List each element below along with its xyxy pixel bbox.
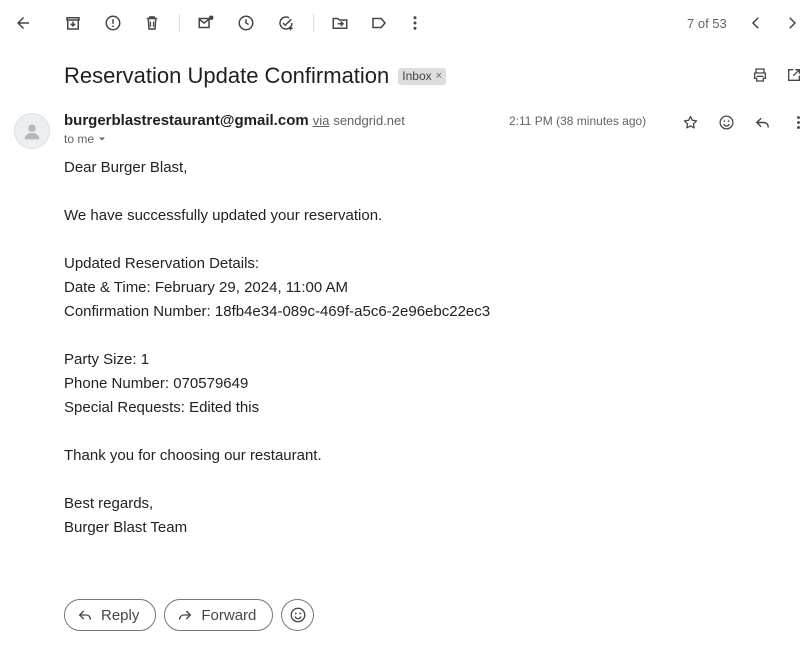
toolbar-divider <box>179 14 180 32</box>
body-line: Thank you for choosing our restaurant. <box>64 447 322 464</box>
body-line: We have successfully updated your reserv… <box>64 207 383 224</box>
snooze-icon[interactable] <box>234 11 258 35</box>
message-more-icon[interactable] <box>780 110 812 134</box>
add-to-tasks-icon[interactable] <box>274 11 298 35</box>
forward-icon <box>179 610 192 620</box>
report-spam-icon[interactable] <box>101 11 125 35</box>
print-icon[interactable] <box>748 64 772 86</box>
reply-label: Reply <box>101 606 140 624</box>
sender-line: burgerblastrestaurant@gmail.com via send… <box>64 112 405 129</box>
email-timestamp: 2:11 PM (38 minutes ago) <box>509 114 647 128</box>
recipient-details-toggle[interactable]: to me <box>64 132 107 146</box>
open-in-new-window-icon[interactable] <box>782 64 806 86</box>
mark-unread-icon[interactable] <box>194 11 218 35</box>
body-line: Party Size: 1 <box>64 351 150 368</box>
archive-icon[interactable] <box>61 11 85 35</box>
thread-actions <box>748 64 806 86</box>
message-actions <box>672 110 812 134</box>
newer-chevron-icon[interactable] <box>744 11 768 35</box>
reply-actions: Reply Forward <box>64 599 315 631</box>
recipient-text: to me <box>64 132 95 146</box>
body-line <box>64 228 784 252</box>
body-line: Phone Number: 070579649 <box>64 375 249 392</box>
body-line <box>64 324 784 348</box>
body-line: Burger Blast Team <box>64 519 188 536</box>
reply-icon <box>78 610 91 620</box>
body-line: Date & Time: February 29, 2024, 11:00 AM <box>64 279 349 296</box>
pagination-count: 7 of 53 <box>687 16 727 31</box>
sender-email[interactable]: burgerblastrestaurant@gmail.com <box>64 112 309 129</box>
label-icon[interactable] <box>367 11 391 35</box>
toolbar-divider <box>313 14 314 32</box>
emoji-reaction-button[interactable] <box>281 599 315 631</box>
older-chevron-icon[interactable] <box>780 11 804 35</box>
move-to-icon[interactable] <box>328 11 352 35</box>
sender-avatar[interactable] <box>14 113 50 149</box>
body-line <box>64 468 784 492</box>
add-reaction-icon[interactable] <box>708 110 744 134</box>
email-subject: Reservation Update Confirmation <box>64 63 390 88</box>
forward-label: Forward <box>201 606 257 624</box>
reply-button[interactable]: Reply <box>64 599 157 631</box>
back-arrow-icon[interactable] <box>11 11 35 35</box>
subject-row: Reservation Update Confirmation Inbox × <box>64 60 447 92</box>
emoji-icon <box>290 607 306 623</box>
more-options-icon[interactable] <box>403 11 427 35</box>
label-text: Inbox <box>402 68 432 83</box>
reply-icon[interactable] <box>744 110 780 134</box>
remove-label-icon[interactable]: × <box>436 70 442 82</box>
via-domain: sendgrid.net <box>333 113 405 128</box>
chevron-down-icon <box>99 137 106 141</box>
star-icon[interactable] <box>672 110 708 134</box>
body-line: Confirmation Number: 18fb4e34-089c-469f-… <box>64 303 491 320</box>
delete-icon[interactable] <box>140 11 164 35</box>
body-line <box>64 180 784 204</box>
forward-button[interactable]: Forward <box>164 599 274 631</box>
body-line: Special Requests: Edited this <box>64 399 260 416</box>
inbox-label-chip[interactable]: Inbox × <box>398 67 447 85</box>
via-link[interactable]: via <box>313 113 330 128</box>
body-line: Updated Reservation Details: <box>64 255 260 272</box>
body-line <box>64 420 784 444</box>
body-line: Best regards, <box>64 495 154 512</box>
email-body: Dear Burger Blast, We have successfully … <box>64 156 784 540</box>
body-line: Dear Burger Blast, <box>64 159 188 176</box>
toolbar: 7 of 53 <box>0 0 812 46</box>
